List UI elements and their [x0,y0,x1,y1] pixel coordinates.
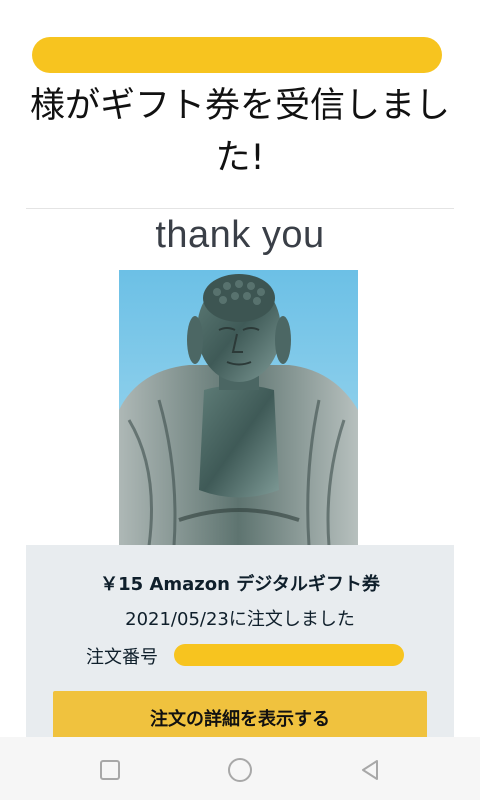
redacted-order-number [174,644,404,666]
redacted-recipient-name [32,37,442,73]
order-date: 2021/05/23に注文しました [125,609,355,630]
divider [26,208,454,209]
buddha-photo [119,270,358,546]
gift-card-title: ￥15 Amazon デジタルギフト券 [100,574,380,595]
thank-you-text: thank you [155,214,325,256]
order-number-label: 注文番号 [86,647,158,668]
back-icon[interactable] [355,755,385,785]
gift-card-summary: ￥15 Amazon デジタルギフト券 2021/05/23に注文しました 注文… [26,545,454,749]
page-title: 様がギフト券を受信しました! [29,86,450,178]
android-nav-bar [0,737,480,800]
home-icon[interactable] [225,755,255,785]
recent-apps-icon[interactable] [95,755,125,785]
